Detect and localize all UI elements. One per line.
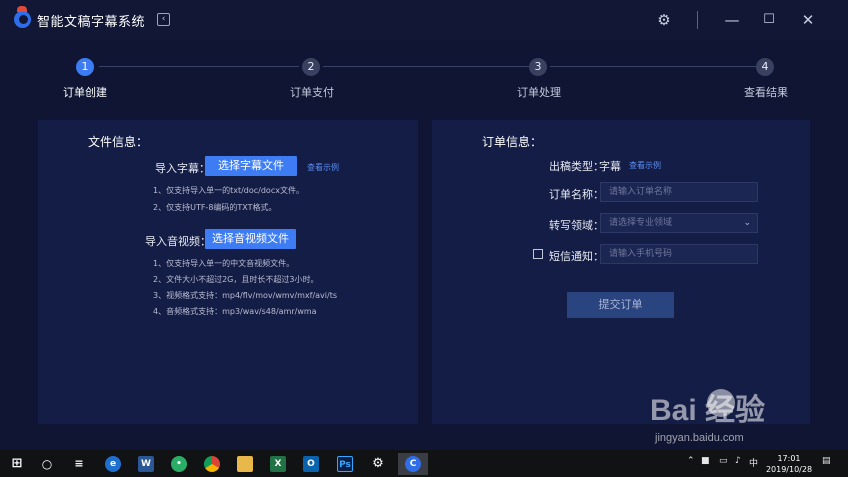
clock-time: 17:01 (777, 454, 801, 463)
maximize-icon[interactable]: ☐ (760, 10, 778, 30)
photoshop-glyph-icon: Ps (337, 456, 353, 472)
select-media-file-button[interactable]: 选择音视频文件 (205, 229, 296, 249)
settings-gear-icon[interactable]: ⚙ (655, 10, 673, 30)
baidu-jingyan-watermark: Bai 经验 jingyan.baidu.com (645, 385, 845, 455)
transcribe-domain-select[interactable]: 请选择专业领域 ⌄ (600, 213, 758, 233)
step-2-label: 订单支付 (290, 86, 334, 99)
sms-notify-checkbox[interactable] (533, 249, 543, 259)
order-name-label: 订单名称： (549, 188, 604, 201)
watermark-url: jingyan.baidu.com (655, 432, 744, 444)
start-menu-icon[interactable]: ⊞ (6, 453, 28, 475)
excel-glyph-icon: X (270, 456, 286, 472)
step-2-circle: 2 (302, 58, 320, 76)
cortana-search-icon[interactable]: ○ (36, 453, 58, 475)
tray-volume-icon[interactable]: ♪ (735, 456, 741, 466)
output-type-example-link[interactable]: 查看示例 (629, 160, 661, 171)
app-logo-icon (14, 11, 31, 28)
select-subtitle-file-button[interactable]: 选择字幕文件 (205, 156, 297, 176)
subtitle-app-taskbar-icon[interactable]: C (398, 453, 428, 475)
minimize-icon[interactable]: — (723, 10, 741, 30)
step-connector (99, 66, 299, 67)
tray-battery-icon[interactable]: ▭ (719, 456, 728, 466)
clock-date: 2019/10/28 (765, 465, 813, 474)
notification-center-icon[interactable]: ▤ (822, 456, 831, 466)
watermark-brand: Bai 经验 (650, 394, 766, 427)
word-app-icon[interactable]: W (135, 453, 157, 475)
wechat-glyph-icon: • (171, 456, 187, 472)
step-connector (550, 66, 756, 67)
step-3-circle: 3 (529, 58, 547, 76)
folder-icon (237, 456, 253, 472)
chrome-glyph-icon (204, 456, 220, 472)
outlook-app-icon[interactable]: O (300, 453, 322, 475)
media-hint: 2、文件大小不超过2G，且时长不超过3小时。 (153, 275, 319, 284)
excel-app-icon[interactable]: X (267, 453, 289, 475)
domain-select-placeholder: 请选择专业领域 (609, 218, 673, 228)
edge-browser-icon[interactable]: e (102, 453, 124, 475)
subtitle-app-glyph-icon: C (405, 456, 421, 472)
gear-icon: ⚙ (372, 456, 384, 471)
settings-app-icon[interactable]: ⚙ (367, 453, 389, 475)
step-3-label: 订单处理 (517, 86, 561, 99)
taskbar-clock[interactable]: 17:01 2019/10/28 (764, 453, 814, 475)
word-glyph-icon: W (138, 456, 154, 472)
chevron-down-icon: ⌄ (743, 218, 751, 228)
step-connector (323, 66, 529, 67)
task-view-icon[interactable]: ≡ (68, 453, 90, 475)
order-name-input[interactable]: 请输入订单名称 (600, 182, 758, 202)
app-title: 智能文稿字幕系统 (37, 15, 146, 30)
media-hint: 3、视频格式支持：mp4/flv/mov/wmv/mxf/avi/ts (153, 291, 337, 300)
edge-glyph-icon: e (105, 456, 121, 472)
app-logo-accent (17, 6, 27, 12)
tray-network-icon[interactable]: ■ (701, 456, 710, 466)
subtitle-example-link[interactable]: 查看示例 (307, 162, 339, 173)
phone-number-input[interactable]: 请输入手机号码 (600, 244, 758, 264)
output-type-value: 字幕 (599, 160, 621, 173)
titlebar-divider (697, 11, 698, 29)
step-1-label: 订单创建 (63, 86, 107, 99)
file-info-title: 文件信息： (88, 135, 149, 149)
circle-icon: ○ (41, 457, 53, 471)
wechat-app-icon[interactable]: • (168, 453, 190, 475)
order-info-title: 订单信息： (482, 135, 543, 149)
subtitle-hint: 1、仅支持导入单一的txt/doc/docx文件。 (153, 186, 304, 195)
step-4-circle: 4 (756, 58, 774, 76)
output-type-label: 出稿类型： (549, 160, 604, 173)
media-hint: 1、仅支持导入单一的中文音视频文件。 (153, 259, 295, 268)
title-bar: 智能文稿字幕系统 ‹ ⚙ — ☐ ✕ (0, 0, 848, 40)
media-import-label: 导入音视频： (145, 235, 211, 248)
chrome-browser-icon[interactable] (201, 453, 223, 475)
step-1-circle: 1 (76, 58, 94, 76)
sms-notify-label: 短信通知： (549, 250, 604, 263)
photoshop-app-icon[interactable]: Ps (334, 453, 356, 475)
order-info-panel (432, 120, 810, 424)
subtitle-hint: 2、仅支持UTF-8编码的TXT格式。 (153, 203, 277, 212)
submit-order-button[interactable]: 提交订单 (567, 292, 674, 318)
subtitle-import-label: 导入字幕： (155, 162, 210, 175)
outlook-glyph-icon: O (303, 456, 319, 472)
file-explorer-icon[interactable] (234, 453, 256, 475)
tray-ime-indicator[interactable]: 中 (749, 456, 758, 469)
task-view-glyph-icon: ≡ (74, 457, 84, 470)
step-4-label: 查看结果 (744, 86, 788, 99)
close-icon[interactable]: ✕ (799, 10, 817, 30)
media-hint: 4、音频格式支持：mp3/wav/s48/amr/wma (153, 307, 317, 316)
transcribe-domain-label: 转写领域： (549, 219, 604, 232)
tray-chevron-up-icon[interactable]: ⌃ (687, 456, 695, 466)
collapse-sidebar-icon[interactable]: ‹ (157, 13, 170, 26)
order-stepper: 1 订单创建 2 订单支付 3 订单处理 4 查看结果 (0, 54, 848, 104)
windows-logo-icon: ⊞ (11, 456, 23, 471)
